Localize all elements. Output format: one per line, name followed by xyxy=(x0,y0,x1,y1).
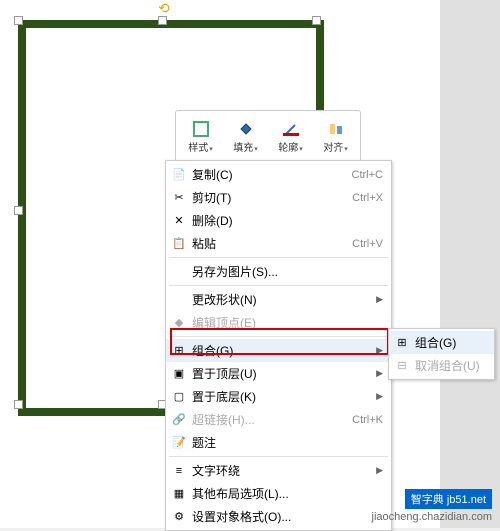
submenu-ungroup: ⊟取消组合(U) xyxy=(389,354,494,377)
watermark: 智字典 jb51.net jiaocheng.chazidian.com xyxy=(372,489,492,523)
resize-handle-ne[interactable] xyxy=(312,16,321,25)
ungroup-icon: ⊟ xyxy=(394,358,410,374)
copy-icon: 📄 xyxy=(171,167,187,183)
dropdown-arrow-icon: ▾ xyxy=(299,146,303,153)
outline-icon xyxy=(282,120,300,138)
style-icon xyxy=(192,120,210,138)
menu-bring-front[interactable]: ▣置于顶层(U)▶ xyxy=(166,362,391,385)
menu-copy[interactable]: 📄复制(C)Ctrl+C xyxy=(166,163,391,186)
separator xyxy=(169,257,388,258)
submenu-group[interactable]: ⊞组合(G) xyxy=(389,331,494,354)
outline-label: 轮廓 xyxy=(278,143,298,154)
delete-icon: ✕ xyxy=(171,213,187,229)
menu-cut[interactable]: ✂剪切(T)Ctrl+X xyxy=(166,186,391,209)
edit-points-icon: ◆ xyxy=(171,315,187,331)
style-label: 样式 xyxy=(188,143,208,154)
submenu-arrow-icon: ▶ xyxy=(376,345,383,356)
fill-icon xyxy=(237,120,255,138)
rotate-handle[interactable]: ⟲ xyxy=(158,0,170,17)
separator xyxy=(169,285,388,286)
layout-icon: ▦ xyxy=(171,486,187,502)
send-back-icon: ▢ xyxy=(171,389,187,405)
menu-text-wrap[interactable]: ≡文字环绕▶ xyxy=(166,459,391,482)
menu-change-shape[interactable]: 更改形状(N)▶ xyxy=(166,288,391,311)
bring-front-icon: ▣ xyxy=(171,366,187,382)
floating-toolbar: 样式▾ 填充▾ 轮廓▾ 对齐▾ xyxy=(175,110,361,164)
watermark-site: 智字典 jb51.net xyxy=(405,489,492,509)
context-menu: 📄复制(C)Ctrl+C ✂剪切(T)Ctrl+X ✕删除(D) 📋粘贴Ctrl… xyxy=(165,160,392,531)
resize-handle-nw[interactable] xyxy=(14,16,23,25)
dropdown-arrow-icon: ▾ xyxy=(209,146,213,153)
menu-caption[interactable]: 📝题注 xyxy=(166,431,391,454)
menu-edit-points: ◆编辑顶点(E) xyxy=(166,311,391,334)
hyperlink-icon: 🔗 xyxy=(171,412,187,428)
menu-delete[interactable]: ✕删除(D) xyxy=(166,209,391,232)
group-icon: ⊞ xyxy=(394,335,410,351)
page-edge xyxy=(440,0,500,528)
submenu-arrow-icon: ▶ xyxy=(376,465,383,476)
cut-icon: ✂ xyxy=(171,190,187,206)
resize-handle-sw[interactable] xyxy=(14,400,23,409)
menu-more-layout[interactable]: ▦其他布局选项(L)... xyxy=(166,482,391,505)
dropdown-arrow-icon: ▾ xyxy=(254,146,258,153)
style-button[interactable]: 样式▾ xyxy=(178,113,223,161)
paste-icon: 📋 xyxy=(171,236,187,252)
fill-button[interactable]: 填充▾ xyxy=(223,113,268,161)
group-submenu: ⊞组合(G) ⊟取消组合(U) xyxy=(388,328,495,380)
group-icon: ⊞ xyxy=(171,343,187,359)
submenu-arrow-icon: ▶ xyxy=(376,368,383,379)
align-button[interactable]: 对齐▾ xyxy=(313,113,358,161)
format-icon: ⚙ xyxy=(171,509,187,525)
resize-handle-w[interactable] xyxy=(14,206,23,215)
outline-button[interactable]: 轮廓▾ xyxy=(268,113,313,161)
submenu-arrow-icon: ▶ xyxy=(376,294,383,305)
fill-label: 填充 xyxy=(233,143,253,154)
align-icon xyxy=(327,120,345,138)
menu-format-object[interactable]: ⚙设置对象格式(O)... xyxy=(166,505,391,528)
menu-paste[interactable]: 📋粘贴Ctrl+V xyxy=(166,232,391,255)
separator xyxy=(169,336,388,337)
text-wrap-icon: ≡ xyxy=(171,463,187,479)
align-label: 对齐 xyxy=(323,143,343,154)
menu-save-as-picture[interactable]: 另存为图片(S)... xyxy=(166,260,391,283)
menu-send-back[interactable]: ▢置于底层(K)▶ xyxy=(166,385,391,408)
resize-handle-n[interactable] xyxy=(158,16,167,25)
dropdown-arrow-icon: ▾ xyxy=(344,146,348,153)
caption-icon: 📝 xyxy=(171,435,187,451)
separator xyxy=(169,456,388,457)
submenu-arrow-icon: ▶ xyxy=(376,391,383,402)
menu-hyperlink: 🔗超链接(H)...Ctrl+K xyxy=(166,408,391,431)
watermark-domain: jiaocheng.chazidian.com xyxy=(372,511,492,523)
menu-group[interactable]: ⊞组合(G)▶ xyxy=(166,339,391,362)
